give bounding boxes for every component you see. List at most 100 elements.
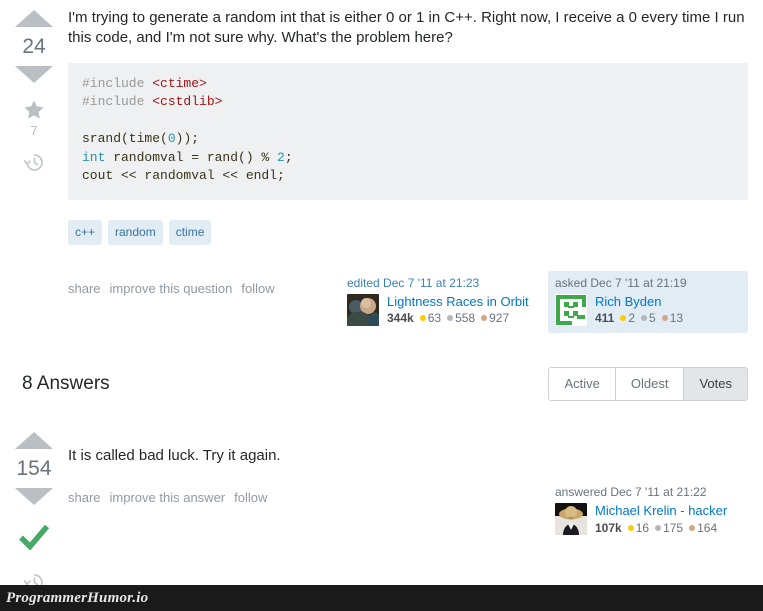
answer-signatures: answered Dec 7 '11 at 21:22 Michael Krel… [548, 480, 748, 542]
editor-gold-count: 63 [427, 311, 442, 326]
answerer-bronze-count: 164 [697, 520, 718, 535]
code-token-two: 2 [277, 149, 285, 165]
answer-vote-cell: 154 [0, 422, 68, 598]
answerer-action-row: answered Dec 7 '11 at 21:22 [555, 485, 742, 499]
code-token-srand-end: )); [175, 131, 200, 147]
asker-action-label: asked [555, 275, 588, 290]
answer-follow-link[interactable]: follow [234, 490, 267, 505]
question-share-link[interactable]: share [68, 281, 101, 296]
question-post-menu: share improve this question follow [68, 271, 275, 296]
asker-action-row: asked Dec 7 '11 at 21:19 [555, 276, 742, 290]
answer-footer-row: share improve this answer follow answere… [68, 480, 748, 542]
bookmark-control[interactable]: 7 [23, 99, 45, 138]
question-signatures: edited Dec 7 '11 at 21:23 Lightness Race… [340, 270, 748, 333]
answerer-card-info: Michael Krelin - hacker 107k 16 175 164 [595, 503, 727, 535]
code-token-header-ctime: <ctime> [152, 76, 207, 91]
answerer-card-main: Michael Krelin - hacker 107k 16 175 164 [555, 503, 742, 536]
question-vote-count: 24 [22, 35, 46, 58]
tab-oldest[interactable]: Oldest [615, 367, 685, 400]
tag-ctime[interactable]: ctime [168, 219, 212, 245]
editor-bronze-badge: 927 [481, 311, 509, 325]
answer-post: 154 It is called bad luck. Try it again.… [0, 422, 763, 598]
editor-card-info: Lightness Races in Orbit 344k 63 558 927 [387, 294, 529, 326]
downvote-arrow-icon[interactable] [15, 66, 53, 83]
code-token-semicolon: ; [284, 149, 293, 165]
answer-sort-tabs: Active Oldest Votes [548, 366, 748, 401]
answer-body-text: It is called bad luck. Try it again. [68, 446, 281, 464]
answerer-avatar[interactable] [555, 503, 587, 536]
tab-votes[interactable]: Votes [684, 367, 747, 400]
code-token-cout: cout << randomval << endl; [82, 168, 285, 184]
asker-bronze-count: 13 [669, 311, 684, 326]
editor-timestamp[interactable]: Dec 7 '11 at 21:23 [383, 276, 479, 290]
answerer-action-label: answered [555, 485, 608, 500]
answerer-bronze-badge: 164 [689, 521, 717, 535]
tag-cpp[interactable]: c++ [68, 219, 103, 245]
star-icon[interactable] [23, 99, 45, 120]
asker-silver-badge: 5 [641, 311, 656, 325]
editor-reputation-row: 344k 63 558 927 [387, 311, 529, 325]
tab-active[interactable]: Active [549, 367, 616, 400]
question-history-control[interactable] [23, 152, 45, 178]
answerer-gold-badge: 16 [627, 520, 650, 535]
gold-badge-icon [419, 315, 426, 322]
asker-timestamp[interactable]: Dec 7 '11 at 21:19 [590, 276, 686, 290]
answer-body: It is called bad luck. Try it again. [68, 422, 748, 466]
editor-card-main: Lightness Races in Orbit 344k 63 558 927 [347, 293, 534, 326]
question-follow-link[interactable]: follow [241, 281, 274, 296]
code-token-zero: 0 [167, 131, 176, 147]
question-tag-list: c++ random ctime [68, 219, 748, 245]
upvote-arrow-icon[interactable] [15, 10, 53, 27]
editor-action-label[interactable]: edited [347, 276, 380, 290]
asker-card-info: Rich Byden 411 2 5 13 [595, 294, 686, 326]
tag-random[interactable]: random [108, 219, 163, 245]
question-asker-card: asked Dec 7 '11 at 21:19 Rich Byden 411 … [548, 270, 748, 333]
editor-name[interactable]: Lightness Races in Orbit [387, 294, 529, 310]
asker-gold-badge: 2 [620, 311, 635, 325]
code-token-int: int [82, 149, 106, 165]
answer-improve-link[interactable]: improve this answer [110, 490, 226, 505]
answer-upvote-arrow-icon[interactable] [15, 431, 53, 449]
answer-share-link[interactable]: share [68, 490, 101, 505]
watermark-bar: ProgrammerHumor.io [0, 585, 763, 611]
editor-action-row: edited Dec 7 '11 at 21:23 [347, 276, 534, 290]
silver-badge-icon [641, 315, 648, 322]
bronze-badge-icon [661, 315, 668, 322]
editor-gold-badge: 63 [419, 311, 442, 326]
answerer-gold-count: 16 [635, 520, 650, 535]
question-body-text: I'm trying to generate a random int that… [68, 9, 745, 46]
accepted-answer-indicator[interactable] [18, 523, 50, 558]
answerer-reputation-row: 107k 16 175 164 [595, 521, 727, 535]
editor-silver-badge: 558 [447, 311, 475, 325]
answer-post-menu: share improve this answer follow [68, 480, 267, 505]
answers-header: 8 Answers Active Oldest Votes [0, 363, 763, 405]
question-vote-cell: 24 7 [0, 0, 68, 333]
code-token-header-cstdlib: <cstdlib> [152, 94, 223, 110]
bronze-badge-icon [481, 315, 488, 322]
answerer-timestamp[interactable]: Dec 7 '11 at 21:22 [610, 485, 706, 499]
bookmark-count: 7 [30, 123, 38, 138]
gold-badge-icon [627, 524, 634, 531]
answerer-reputation: 107k [595, 520, 622, 535]
asker-reputation-row: 411 2 5 13 [595, 311, 686, 325]
code-token-include-2: #include [82, 94, 153, 110]
editor-avatar[interactable] [347, 293, 379, 326]
answer-downvote-arrow-icon[interactable] [15, 487, 53, 505]
answerer-silver-count: 175 [663, 520, 684, 535]
asker-avatar[interactable] [555, 293, 587, 326]
bronze-badge-icon [689, 524, 696, 531]
code-token-randomval: randomval = rand() % [105, 149, 278, 165]
avatar-photo-editor [347, 293, 379, 326]
history-clock-icon[interactable] [23, 152, 45, 173]
question-post: 24 7 I'm trying to generate a random int… [0, 0, 763, 333]
answer-post-cell: It is called bad luck. Try it again. sha… [68, 422, 763, 598]
asker-silver-count: 5 [649, 311, 656, 326]
answerer-name[interactable]: Michael Krelin - hacker [595, 503, 727, 519]
editor-reputation: 344k [387, 311, 414, 326]
gold-badge-icon [620, 315, 627, 322]
asker-name[interactable]: Rich Byden [595, 294, 686, 310]
asker-card-main: Rich Byden 411 2 5 13 [555, 293, 742, 326]
code-token-include-1: #include [82, 76, 153, 91]
question-improve-link[interactable]: improve this question [110, 281, 233, 296]
question-post-cell: I'm trying to generate a random int that… [68, 0, 763, 333]
